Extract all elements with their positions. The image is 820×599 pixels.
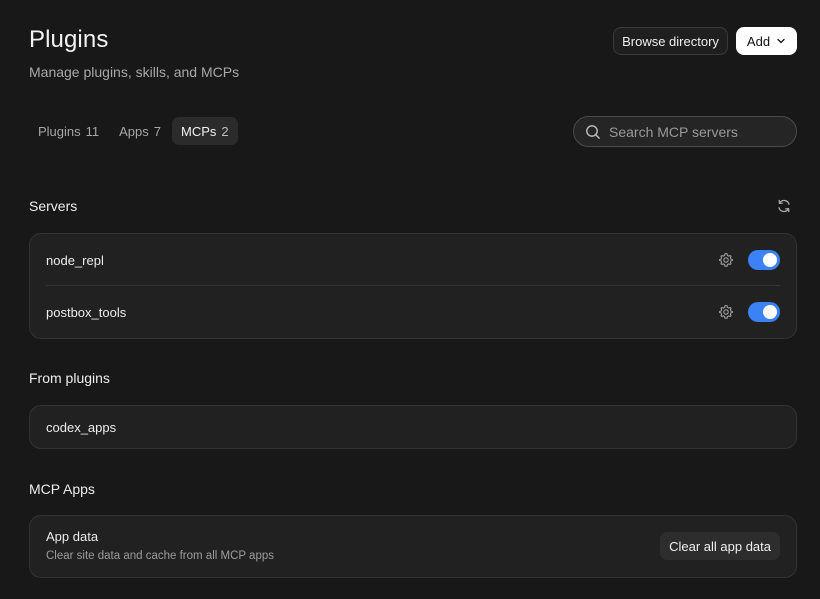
tab-label: Apps xyxy=(119,123,149,139)
toggle-knob xyxy=(763,305,777,319)
clear-app-data-button[interactable]: Clear all app data xyxy=(660,532,780,560)
tab-count: 7 xyxy=(153,123,162,139)
app-data-description: Clear site data and cache from all MCP a… xyxy=(46,550,274,562)
from-plugins-card: codex_apps xyxy=(29,405,797,449)
app-data-title: App data xyxy=(46,529,99,544)
plugins-page: Plugins Manage plugins, skills, and MCPs… xyxy=(0,0,820,599)
server-row-node-repl: node_repl xyxy=(30,234,796,286)
refresh-icon[interactable] xyxy=(776,198,792,214)
plugin-server-name: codex_apps xyxy=(46,419,117,435)
server-name: node_repl xyxy=(46,252,104,268)
server-enable-toggle[interactable] xyxy=(748,250,780,270)
tab-label: MCPs xyxy=(181,123,217,139)
page-title: Plugins xyxy=(29,26,109,53)
tab-mcps[interactable]: MCPs 2 xyxy=(172,117,238,145)
servers-heading: Servers xyxy=(29,198,78,214)
chevron-down-icon xyxy=(777,38,785,44)
servers-card: node_repl postbox_tools xyxy=(29,233,797,339)
browse-directory-button[interactable]: Browse directory xyxy=(613,27,728,55)
server-enable-toggle[interactable] xyxy=(748,302,780,322)
plugin-server-row: codex_apps xyxy=(30,406,796,448)
tab-plugins[interactable]: Plugins 11 xyxy=(29,117,108,145)
toggle-knob xyxy=(763,253,777,267)
mcp-apps-card: App data Clear site data and cache from … xyxy=(29,515,797,578)
tab-apps[interactable]: Apps 7 xyxy=(110,117,170,145)
gear-icon[interactable] xyxy=(718,304,734,320)
gear-icon[interactable] xyxy=(718,252,734,268)
server-name: postbox_tools xyxy=(46,304,127,320)
add-button[interactable]: Add xyxy=(736,27,797,55)
search-input[interactable] xyxy=(609,123,779,140)
mcp-apps-heading: MCP Apps xyxy=(29,481,95,497)
search-icon xyxy=(586,124,600,139)
tab-label: Plugins xyxy=(38,123,81,139)
tab-count: 2 xyxy=(221,123,229,139)
server-row-postbox-tools: postbox_tools xyxy=(30,286,796,338)
page-subtitle: Manage plugins, skills, and MCPs xyxy=(29,64,240,80)
add-button-label: Add xyxy=(746,33,771,49)
tab-bar: Plugins 11 Apps 7 MCPs 2 xyxy=(29,117,238,145)
tab-count: 11 xyxy=(85,123,100,139)
search-box xyxy=(573,116,797,147)
from-plugins-heading: From plugins xyxy=(29,370,110,386)
